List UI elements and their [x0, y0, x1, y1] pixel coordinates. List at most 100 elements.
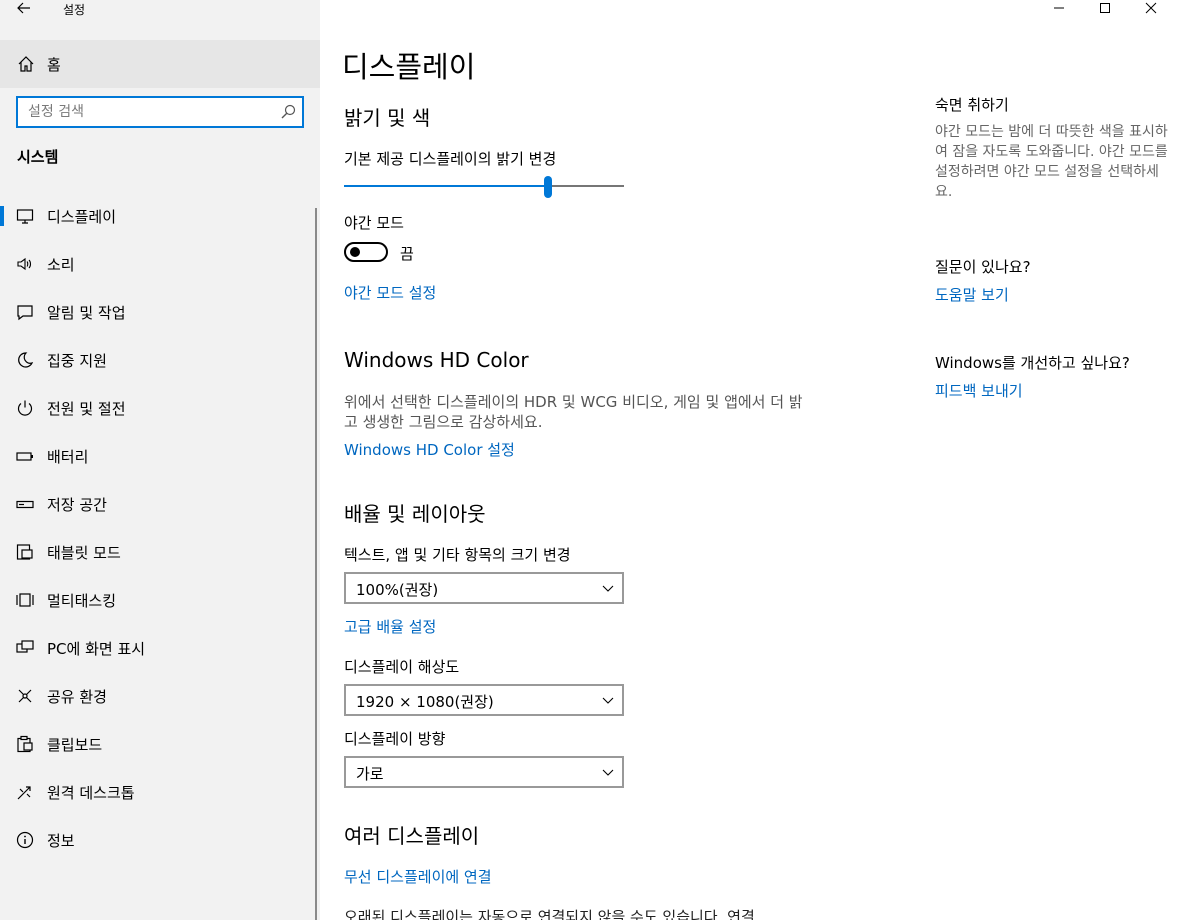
night-light-settings-link[interactable]: 야간 모드 설정 [344, 282, 436, 303]
sleep-title: 숙면 취하기 [935, 96, 1009, 114]
nav-list: 디스플레이 소리 알림 및 작업 집중 지원 전원 및 절전 배터리 저장 공간 [0, 192, 320, 864]
orientation-label: 디스플레이 방향 [344, 730, 446, 748]
shared-experiences-icon [18, 689, 32, 703]
clipboard-icon [17, 735, 33, 753]
selection-indicator [0, 206, 4, 226]
sidebar-item-power[interactable]: 전원 및 절전 [0, 384, 320, 432]
project-icon [16, 640, 34, 653]
sidebar-item-label: 알림 및 작업 [47, 304, 126, 322]
minimize-icon [1054, 7, 1064, 9]
close-button[interactable] [1128, 0, 1174, 20]
sidebar-item-label: 멀티태스킹 [47, 592, 117, 610]
moon-icon [18, 352, 34, 368]
app-title: 설정 [63, 3, 86, 17]
scale-dropdown[interactable]: 100%(권장) [344, 572, 624, 604]
back-button[interactable] [8, 0, 40, 20]
sidebar-item-label: 디스플레이 [47, 208, 117, 226]
sidebar-item-sound[interactable]: 소리 [0, 240, 320, 288]
back-arrow-icon [17, 2, 30, 14]
close-icon [1145, 2, 1157, 14]
sidebar-item-label: 집중 지원 [47, 352, 107, 370]
help-link[interactable]: 도움말 보기 [935, 284, 1009, 305]
brightness-slider-label: 기본 제공 디스플레이의 밝기 변경 [344, 150, 557, 168]
sidebar-item-label: 원격 데스크톱 [47, 784, 135, 802]
sidebar-scrollbar[interactable] [315, 208, 317, 920]
main-content: 디스플레이 밝기 및 색 기본 제공 디스플레이의 밝기 변경 야간 모드 끔 … [320, 0, 1186, 920]
notification-icon [17, 305, 33, 321]
slider-fill [344, 185, 548, 187]
remote-desktop-icon [17, 786, 31, 800]
sidebar-item-display[interactable]: 디스플레이 [0, 192, 320, 240]
hdr-settings-link[interactable]: Windows HD Color 설정 [344, 439, 515, 460]
multiple-displays-description: 오래된 디스플레이는 자동으로 연결되지 않을 수도 있습니다. 연결 [344, 908, 755, 920]
question-title: 질문이 있나요? [935, 258, 1031, 276]
sidebar-item-label: 배터리 [47, 448, 89, 466]
scale-size-label: 텍스트, 앱 및 기타 항목의 크기 변경 [344, 546, 571, 564]
toggle-knob [350, 247, 360, 257]
multiple-displays-heading: 여러 디스플레이 [344, 824, 480, 848]
slider-thumb[interactable] [544, 176, 552, 198]
sidebar-item-storage[interactable]: 저장 공간 [0, 480, 320, 528]
sleep-description: 야간 모드는 밤에 더 따뜻한 색을 표시하여 잠을 자도록 도와줍니다. 야간… [935, 124, 1168, 200]
night-light-toggle[interactable] [344, 242, 388, 262]
chevron-down-icon [602, 697, 614, 704]
brightness-heading: 밝기 및 색 [344, 106, 431, 130]
battery-icon [16, 452, 33, 461]
sidebar-item-shared-experiences[interactable]: 공유 환경 [0, 672, 320, 720]
night-light-state: 끔 [400, 245, 414, 263]
search-box[interactable] [16, 96, 304, 128]
sidebar-item-remote-desktop[interactable]: 원격 데스크톱 [0, 768, 320, 816]
scale-heading: 배율 및 레이아웃 [344, 502, 486, 526]
resolution-label: 디스플레이 해상도 [344, 658, 460, 676]
sidebar-item-battery[interactable]: 배터리 [0, 432, 320, 480]
sidebar-item-multitasking[interactable]: 멀티태스킹 [0, 576, 320, 624]
sidebar-item-about[interactable]: 정보 [0, 816, 320, 864]
sidebar-item-label: PC에 화면 표시 [47, 640, 146, 658]
search-icon [281, 104, 296, 119]
maximize-button[interactable] [1082, 0, 1128, 20]
page-title: 디스플레이 [342, 50, 476, 84]
chevron-down-icon [602, 769, 614, 776]
sidebar-item-tablet-mode[interactable]: 태블릿 모드 [0, 528, 320, 576]
section-title: 시스템 [17, 148, 59, 166]
storage-icon [16, 500, 34, 509]
sidebar-item-label: 클립보드 [47, 736, 103, 754]
monitor-icon [16, 209, 34, 224]
sidebar-item-clipboard[interactable]: 클립보드 [0, 720, 320, 768]
sidebar-item-label: 소리 [47, 256, 75, 274]
sidebar-item-project[interactable]: PC에 화면 표시 [0, 624, 320, 672]
improve-title: Windows를 개선하고 싶나요? [935, 354, 1130, 372]
hdr-heading: Windows HD Color [344, 348, 529, 372]
sidebar: 설정 홈 시스템 디스플레이 소리 알림 및 작업 집중 지원 전원 및 절전 [0, 0, 320, 920]
hdr-description: 위에서 선택한 디스플레이의 HDR 및 WCG 비디오, 게임 및 앱에서 더… [344, 393, 803, 431]
feedback-link[interactable]: 피드백 보내기 [935, 380, 1023, 401]
speaker-icon [17, 257, 32, 271]
night-light-label: 야간 모드 [344, 214, 404, 232]
minimize-button[interactable] [1036, 0, 1082, 20]
sidebar-item-label: 저장 공간 [47, 496, 107, 514]
search-input[interactable] [28, 102, 268, 122]
dropdown-value: 1920 × 1080(권장) [356, 693, 494, 711]
power-icon [17, 400, 33, 416]
advanced-scaling-link[interactable]: 고급 배율 설정 [344, 616, 436, 637]
resolution-dropdown[interactable]: 1920 × 1080(권장) [344, 684, 624, 716]
home-icon [18, 56, 34, 72]
sidebar-item-notifications[interactable]: 알림 및 작업 [0, 288, 320, 336]
info-icon [16, 831, 34, 849]
maximize-icon [1100, 3, 1110, 13]
tablet-icon [16, 544, 33, 560]
orientation-dropdown[interactable]: 가로 [344, 756, 624, 788]
dropdown-value: 가로 [356, 765, 384, 783]
title-bar: 설정 [0, 0, 320, 24]
home-label: 홈 [47, 56, 61, 74]
brightness-slider[interactable] [344, 176, 624, 198]
home-button[interactable]: 홈 [0, 40, 320, 88]
dropdown-value: 100%(권장) [356, 581, 439, 599]
wireless-display-link[interactable]: 무선 디스플레이에 연결 [344, 866, 492, 887]
sidebar-item-label: 정보 [47, 832, 75, 850]
sidebar-item-label: 공유 환경 [47, 688, 107, 706]
window-controls [1036, 0, 1186, 20]
sidebar-item-label: 태블릿 모드 [47, 544, 121, 562]
chevron-down-icon [602, 585, 614, 592]
sidebar-item-focus-assist[interactable]: 집중 지원 [0, 336, 320, 384]
